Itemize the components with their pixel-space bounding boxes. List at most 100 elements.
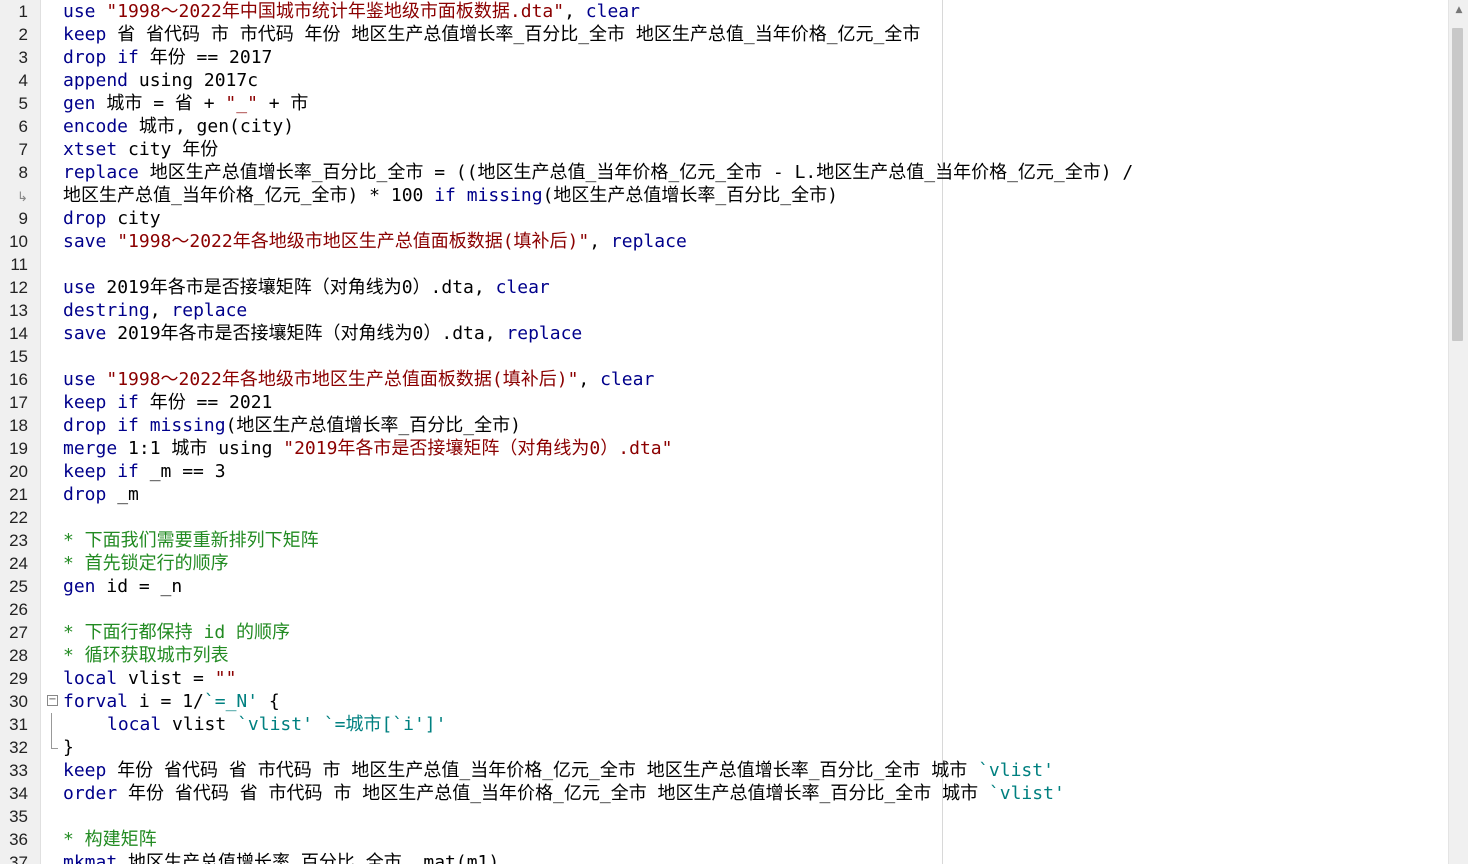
code-token: save bbox=[63, 323, 118, 344]
code-line[interactable]: 9 drop city bbox=[19, 207, 1448, 230]
code-token: keep bbox=[63, 760, 118, 781]
code-line[interactable]: 6 encode 城市, gen(city) bbox=[19, 115, 1448, 138]
line-number: 14 bbox=[9, 324, 28, 343]
wrap-indicator: ↳ bbox=[0, 184, 28, 208]
code-token: use bbox=[63, 1, 107, 22]
code-token: * 下面行都保持 id 的顺序 bbox=[63, 622, 291, 643]
code-line[interactable]: 10 save "1998～2022年各地级市地区生产总值面板数据(填补后)", … bbox=[9, 230, 1448, 253]
code-line[interactable]: 21 drop _m bbox=[9, 483, 1448, 506]
code-token: 年份 省代码 省 市代码 市 地区生产总值_当年价格_亿元_全市 地区生产总值增… bbox=[128, 783, 989, 804]
code-line[interactable]: 8 replace 地区生产总值增长率_百分比_全市 = ((地区生产总值_当年价… bbox=[19, 161, 1448, 184]
line-number: 15 bbox=[9, 347, 28, 366]
line-number: 35 bbox=[9, 807, 28, 826]
code-line[interactable]: 30 − forval i = 1/`=_N' { bbox=[9, 690, 1448, 713]
line-number: 31 bbox=[9, 715, 28, 734]
code-token: encode bbox=[63, 116, 139, 137]
code-token: 地区生产总值增长率_百分比_全市 = ((地区生产总值_当年价格_亿元_全市 -… bbox=[149, 162, 1134, 183]
code-token: 年份 == 2021 bbox=[149, 392, 273, 413]
code-line[interactable]: 11 bbox=[10, 253, 1448, 276]
code-editor[interactable]: 1 use "1998～2022年中国城市统计年鉴地级市面板数据.dta", cl… bbox=[0, 0, 1448, 864]
code-line[interactable]: 32} bbox=[9, 736, 1448, 759]
code-line[interactable]: 14 save 2019年各市是否接壤矩阵（对角线为0）.dta, replace bbox=[9, 322, 1448, 345]
code-line[interactable]: 19 merge 1:1 城市 using "2019年各市是否接壤矩阵（对角线为… bbox=[9, 437, 1448, 460]
line-number: 17 bbox=[9, 393, 28, 412]
code-line[interactable]: 34 order 年份 省代码 省 市代码 市 地区生产总值_当年价格_亿元_全市… bbox=[9, 782, 1448, 805]
code-token: replace bbox=[610, 231, 687, 252]
code-token: keep bbox=[63, 392, 118, 413]
code-token: 2019年各市是否接壤矩阵（对角线为0）.dta, bbox=[117, 323, 507, 344]
code-line[interactable]: 7 xtset city 年份 bbox=[19, 138, 1448, 161]
code-token: i = 1/ bbox=[138, 691, 204, 712]
code-token: 1:1 城市 using bbox=[128, 438, 284, 459]
code-line[interactable]: 27 * 下面行都保持 id 的顺序 bbox=[9, 621, 1448, 644]
code-line[interactable]: 23 * 下面我们需要重新排列下矩阵 bbox=[9, 529, 1448, 552]
code-line[interactable]: 35 bbox=[9, 805, 1448, 828]
code-token: replace bbox=[63, 162, 150, 183]
code-token: * 下面我们需要重新排列下矩阵 bbox=[63, 530, 319, 551]
line-number: 9 bbox=[18, 209, 28, 228]
line-number: 23 bbox=[9, 531, 28, 550]
line-number: 1 bbox=[18, 2, 28, 21]
code-token: drop bbox=[63, 415, 118, 436]
code-line[interactable]: 24 * 首先锁定行的顺序 bbox=[9, 552, 1448, 575]
line-number: 10 bbox=[9, 232, 28, 251]
code-token: "_" bbox=[225, 93, 258, 114]
line-number: 24 bbox=[9, 554, 28, 573]
code-token: if bbox=[117, 392, 150, 413]
fold-toggle-icon[interactable]: − bbox=[47, 695, 58, 706]
code-line[interactable]: 29 local vlist = "" bbox=[9, 667, 1448, 690]
line-number: 21 bbox=[9, 485, 28, 504]
code-line[interactable]: 31 local vlist `vlist' `=城市[`i']' bbox=[9, 713, 1448, 736]
code-line[interactable]: 17 keep if 年份 == 2021 bbox=[9, 391, 1448, 414]
code-line[interactable]: 37 mkmat 地区生产总值增长率_百分比_全市, mat(m1) bbox=[9, 851, 1448, 864]
code-token: , bbox=[589, 231, 611, 252]
code-token: use bbox=[63, 277, 107, 298]
code-token: "1998～2022年中国城市统计年鉴地级市面板数据.dta" bbox=[106, 1, 565, 22]
code-token: `vlist' bbox=[988, 783, 1065, 804]
code-token: 地区生产总值_当年价格_亿元_全市) * 100 bbox=[63, 185, 435, 206]
code-token: destring bbox=[63, 300, 150, 321]
code-line[interactable]: ↳ 地区生产总值_当年价格_亿元_全市) * 100 if missing(地区生… bbox=[17, 184, 1448, 207]
code-line[interactable]: 15 bbox=[9, 345, 1448, 368]
code-token: drop bbox=[63, 47, 118, 68]
code-token: } bbox=[63, 737, 74, 758]
code-line[interactable]: 2 keep 省 省代码 市 市代码 年份 地区生产总值增长率_百分比_全市 地区… bbox=[19, 23, 1448, 46]
code-line[interactable]: 33 keep 年份 省代码 省 市代码 市 地区生产总值_当年价格_亿元_全市 … bbox=[9, 759, 1448, 782]
code-line[interactable]: 25 gen id = _n bbox=[9, 575, 1448, 598]
code-token: , bbox=[564, 1, 586, 22]
code-token: { bbox=[258, 691, 280, 712]
code-token: local bbox=[107, 714, 173, 735]
code-token: gen bbox=[63, 93, 107, 114]
line-number: 22 bbox=[9, 508, 28, 527]
line-number: 37 bbox=[9, 853, 28, 864]
code-line[interactable]: 3 drop if 年份 == 2017 bbox=[19, 46, 1448, 69]
code-token: `vlist' bbox=[237, 714, 313, 735]
code-token: * 循环获取城市列表 bbox=[63, 645, 229, 666]
code-text-area[interactable]: 1 use "1998～2022年中国城市统计年鉴地级市面板数据.dta", cl… bbox=[9, 0, 1448, 864]
code-line[interactable]: 5 gen 城市 = 省 + "_" + 市 bbox=[19, 92, 1448, 115]
code-line[interactable]: 16 use "1998～2022年各地级市地区生产总值面板数据(填补后)", c… bbox=[9, 368, 1448, 391]
code-token: drop bbox=[63, 484, 118, 505]
scrollbar-thumb[interactable] bbox=[1452, 28, 1463, 341]
code-line[interactable]: 12 use 2019年各市是否接壤矩阵（对角线为0）.dta, clear bbox=[9, 276, 1448, 299]
code-token: "1998～2022年各地级市地区生产总值面板数据(填补后)" bbox=[117, 231, 590, 252]
code-line[interactable]: 28 * 循环获取城市列表 bbox=[9, 644, 1448, 667]
code-line[interactable]: 36 * 构建矩阵 bbox=[9, 828, 1448, 851]
fold-guide bbox=[51, 713, 52, 736]
vertical-scrollbar[interactable]: ▲ bbox=[1448, 0, 1468, 864]
wrap-arrow-icon: ↳ bbox=[17, 189, 28, 204]
code-line[interactable]: 20 keep if _m == 3 bbox=[9, 460, 1448, 483]
code-token: 2019年各市是否接壤矩阵（对角线为0）.dta, bbox=[106, 277, 496, 298]
code-line[interactable]: 18 drop if missing(地区生产总值增长率_百分比_全市) bbox=[9, 414, 1448, 437]
code-line[interactable]: 13 destring, replace bbox=[9, 299, 1448, 322]
code-token: if bbox=[434, 185, 467, 206]
code-token: 地区生产总值增长率_百分比_全市, mat(m1) bbox=[128, 852, 500, 864]
code-line[interactable]: 4 append using 2017c bbox=[19, 69, 1448, 92]
code-line[interactable]: 1 use "1998～2022年中国城市统计年鉴地级市面板数据.dta", cl… bbox=[19, 0, 1448, 23]
line-number: 33 bbox=[9, 761, 28, 780]
code-line[interactable]: 26 bbox=[9, 598, 1448, 621]
code-token: save bbox=[63, 231, 118, 252]
code-token: keep bbox=[63, 461, 118, 482]
scroll-up-arrow-icon[interactable]: ▲ bbox=[1449, 0, 1468, 20]
code-line[interactable]: 22 bbox=[9, 506, 1448, 529]
